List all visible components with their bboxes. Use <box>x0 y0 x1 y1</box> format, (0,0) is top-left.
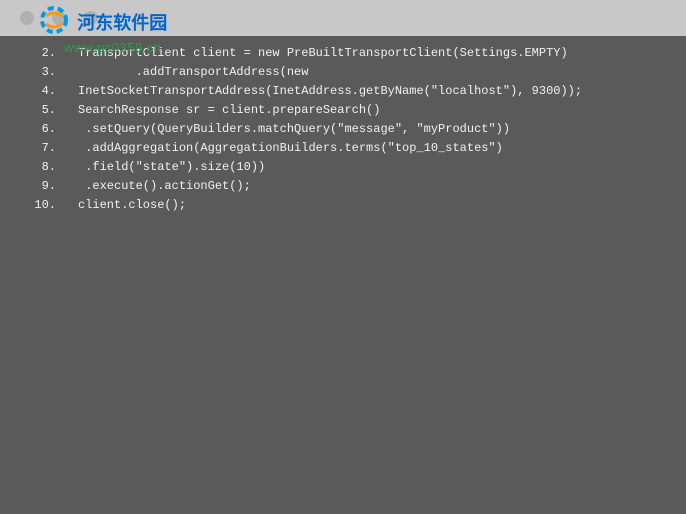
code-line: .field("state").size(10)) <box>78 158 686 177</box>
line-number: 9. <box>0 177 56 196</box>
code-line: InetSocketTransportAddress(InetAddress.g… <box>78 82 686 101</box>
line-gutter: 2.3.4.5.6.7.8.9.10. <box>0 36 70 514</box>
brand-title: 河东软件园 <box>77 13 167 33</box>
code-editor: 2.3.4.5.6.7.8.9.10. TransportClient clie… <box>0 36 686 514</box>
line-number: 5. <box>0 101 56 120</box>
code-line: .execute().actionGet(); <box>78 177 686 196</box>
code-line: .addAggregation(AggregationBuilders.term… <box>78 139 686 158</box>
line-number: 2. <box>0 44 56 63</box>
watermark-url: www.pc0359.cn <box>64 40 162 55</box>
code-line: client.close(); <box>78 196 686 215</box>
code-line: TransportClient client = new PreBuiltTra… <box>78 44 686 63</box>
line-number: 6. <box>0 120 56 139</box>
line-number: 3. <box>0 63 56 82</box>
line-number: 7. <box>0 139 56 158</box>
code-line: SearchResponse sr = client.prepareSearch… <box>78 101 686 120</box>
code-content: TransportClient client = new PreBuiltTra… <box>70 36 686 514</box>
code-line: .addTransportAddress(new <box>78 63 686 82</box>
brand-logo-icon <box>40 6 68 38</box>
line-number: 8. <box>0 158 56 177</box>
brand-overlay: 河东软件园 <box>40 6 167 38</box>
code-line: .setQuery(QueryBuilders.matchQuery("mess… <box>78 120 686 139</box>
line-number: 10. <box>0 196 56 215</box>
line-number: 4. <box>0 82 56 101</box>
window-dot <box>20 11 34 25</box>
